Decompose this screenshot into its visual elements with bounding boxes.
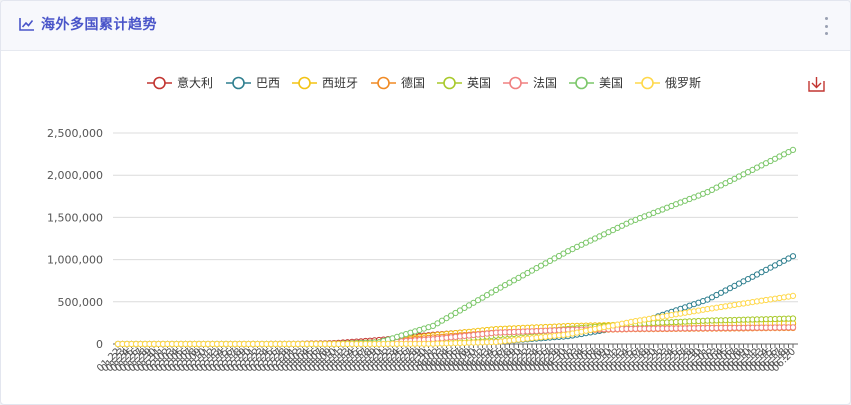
legend-label: 意大利	[177, 75, 213, 90]
legend-label: 美国	[599, 76, 623, 90]
data-point[interactable]	[789, 292, 797, 299]
y-tick-label: 500,000	[58, 296, 104, 309]
legend-label: 俄罗斯	[665, 76, 701, 90]
trend-card: 海外多国累计趋势 意大利 巴西 西班牙 德国 英国 法国 美国 俄罗斯 0 500,000 1,0…	[0, 0, 851, 405]
legend-item[interactable]: 美国	[569, 76, 623, 90]
line-chart: 意大利 巴西 西班牙 德国 英国 法国 美国 俄罗斯 0 500,000 1,000,000 1,5…	[47, 75, 825, 374]
line-chart-icon	[19, 18, 34, 31]
x-axis: 01.2201.2301.2401.2501.2601.2701.2801.29…	[95, 344, 798, 374]
series-美国	[114, 146, 797, 348]
data-point[interactable]	[789, 324, 797, 331]
data-point[interactable]	[789, 146, 797, 154]
title-wrap: 海外多国累计趋势	[19, 14, 157, 34]
legend-item[interactable]: 西班牙	[292, 76, 358, 90]
legend-marker	[509, 76, 522, 90]
more-vertical-icon[interactable]	[822, 17, 830, 35]
legend-marker	[298, 76, 311, 90]
y-tick-label: 1,500,000	[47, 211, 103, 224]
legend-marker	[575, 76, 588, 90]
legend-marker	[443, 76, 456, 90]
legend-label: 西班牙	[322, 76, 358, 90]
y-axis: 0 500,000 1,000,000 1,500,000 2,000,000 2,500…	[47, 127, 103, 351]
legend-marker	[641, 76, 654, 90]
legend-label: 巴西	[256, 76, 280, 90]
y-tick-label: 0	[96, 338, 103, 351]
legend-label: 英国	[467, 76, 491, 90]
chart-legend: 意大利 巴西 西班牙 德国 英国 法国 美国 俄罗斯	[147, 75, 701, 90]
legend-item[interactable]: 巴西	[226, 76, 280, 90]
legend-item[interactable]: 意大利	[147, 75, 213, 90]
legend-label: 德国	[401, 75, 425, 90]
download-icon[interactable]	[808, 77, 825, 92]
y-tick-label: 2,000,000	[47, 169, 103, 182]
card-title: 海外多国累计趋势	[41, 17, 157, 33]
legend-item[interactable]: 德国	[371, 75, 425, 90]
y-tick-label: 2,500,000	[47, 127, 103, 140]
legend-marker	[153, 76, 166, 90]
legend-marker	[377, 76, 390, 90]
legend-label: 法国	[533, 76, 557, 90]
data-point[interactable]	[789, 315, 797, 322]
legend-item[interactable]: 英国	[437, 76, 491, 90]
y-tick-label: 1,000,000	[47, 254, 103, 267]
data-point[interactable]	[789, 253, 797, 260]
card-header: 海外多国累计趋势	[1, 1, 850, 51]
legend-item[interactable]: 法国	[503, 76, 557, 90]
legend-item[interactable]: 俄罗斯	[635, 76, 701, 90]
legend-marker	[232, 76, 245, 90]
series-group	[114, 146, 797, 348]
